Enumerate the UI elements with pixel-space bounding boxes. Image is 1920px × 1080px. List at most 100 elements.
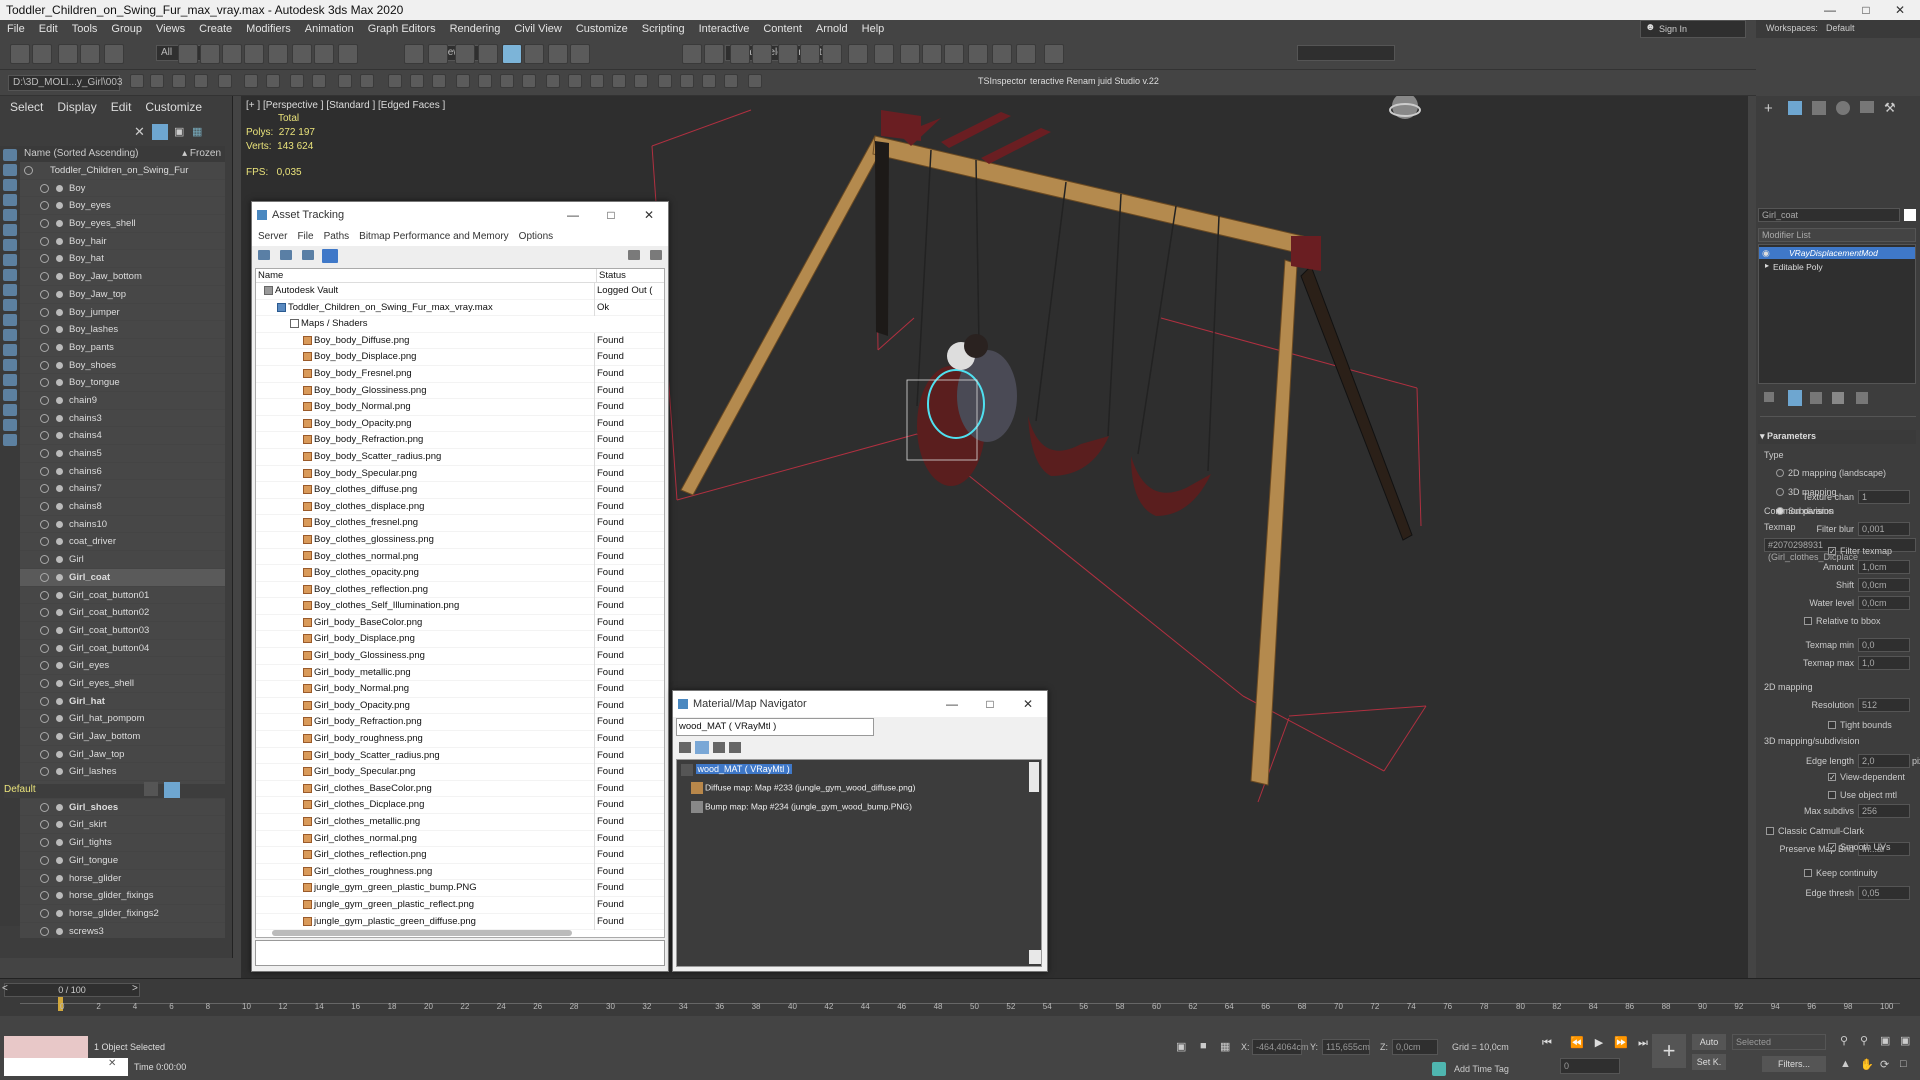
layer-label[interactable]: Default xyxy=(4,784,36,795)
render-toggle-icon[interactable] xyxy=(56,892,63,900)
eye-icon[interactable] xyxy=(40,219,49,229)
next-key-icon[interactable]: ⏩ xyxy=(1614,1036,1628,1050)
amount-field[interactable]: 1,0cm xyxy=(1858,560,1910,574)
eye-icon[interactable] xyxy=(40,201,49,211)
toolbar2-tool-icon[interactable] xyxy=(290,74,304,88)
toolbar-tool-icon[interactable] xyxy=(778,44,798,64)
scene-item[interactable]: Girl_Jaw_top xyxy=(20,746,225,764)
toolbar2-tool-icon[interactable] xyxy=(500,74,514,88)
toolbar-tool-icon[interactable] xyxy=(548,44,568,64)
maxscript-mini-listener[interactable]: ✕ xyxy=(4,1058,128,1076)
maximize-icon[interactable]: □ xyxy=(592,202,630,228)
toolbar2-tool-icon[interactable] xyxy=(266,74,280,88)
toolbar-tool-icon[interactable] xyxy=(800,44,820,64)
shift-field[interactable]: 0,0cm xyxy=(1858,578,1910,592)
toolbar-tool-icon[interactable] xyxy=(944,44,964,64)
asset-row[interactable]: Girl_clothes_roughness.png Found xyxy=(256,863,664,881)
asset-row[interactable]: Boy_clothes_Self_Illumination.png Found xyxy=(256,598,664,615)
close-icon[interactable]: ✕ xyxy=(108,1058,116,1069)
explorer-filter-icon[interactable] xyxy=(3,299,17,311)
tree-scrollbar[interactable] xyxy=(1029,762,1039,792)
eye-icon[interactable] xyxy=(40,802,49,812)
asset-table[interactable]: Name Status Autodesk Vault Logged Out (To… xyxy=(255,268,665,938)
fov-icon[interactable]: ▲ xyxy=(1840,1058,1851,1070)
eye-icon[interactable] xyxy=(40,855,49,865)
eye-icon[interactable] xyxy=(40,272,49,282)
minimize-icon[interactable]: — xyxy=(933,691,971,717)
close-icon[interactable]: ✕ xyxy=(630,202,668,228)
eye-icon[interactable] xyxy=(40,572,49,582)
explorer-filter-icon[interactable] xyxy=(3,179,17,191)
toolbar-tool-icon[interactable] xyxy=(244,44,264,64)
render-toggle-icon[interactable] xyxy=(56,538,63,546)
explorer-filter-icon[interactable] xyxy=(3,434,17,446)
current-frame-field[interactable]: 0 xyxy=(1560,1058,1620,1074)
toolbar2-tool-icon[interactable] xyxy=(218,74,232,88)
edge-thresh-field[interactable]: 0,05 xyxy=(1858,886,1910,900)
toolbar-tool-icon[interactable] xyxy=(268,44,288,64)
toolbar2-tool-icon[interactable] xyxy=(680,74,694,88)
toolbar-tool-icon[interactable] xyxy=(80,44,100,64)
toolbar2-tool-icon[interactable] xyxy=(612,74,626,88)
texmap-min-field[interactable]: 0,0 xyxy=(1858,638,1910,652)
toolbar-tool-icon[interactable] xyxy=(1044,44,1064,64)
toolbar2-tool-icon[interactable] xyxy=(456,74,470,88)
asset-row[interactable]: Boy_body_Displace.png Found xyxy=(256,349,664,366)
render-toggle-icon[interactable] xyxy=(56,450,63,457)
eye-icon[interactable] xyxy=(40,484,49,494)
scene-item[interactable]: chains8 xyxy=(20,498,225,516)
parameters-rollout[interactable]: ▾ Parameters xyxy=(1758,430,1916,444)
eye-icon[interactable] xyxy=(40,820,49,830)
eye-icon[interactable] xyxy=(40,555,49,565)
scene-item[interactable]: Boy_eyes_shell xyxy=(20,215,225,233)
render-toggle-icon[interactable] xyxy=(56,556,63,564)
zoom-all-icon[interactable]: ⚲ xyxy=(1860,1034,1868,1047)
asset-row[interactable]: Boy_body_Specular.png Found xyxy=(256,465,664,483)
asset-menu-options[interactable]: Options xyxy=(519,231,553,242)
map-item[interactable]: Bump map: Map #234 (jungle_gym_wood_bump… xyxy=(691,801,912,813)
explorer-filter-icon[interactable] xyxy=(3,224,17,236)
eye-icon[interactable] xyxy=(24,166,33,175)
eye-icon[interactable] xyxy=(40,714,49,724)
toolbar-tool-icon[interactable] xyxy=(404,44,424,64)
toolbar-tool-icon[interactable] xyxy=(455,44,475,64)
selection-lock-icon[interactable]: ■ xyxy=(1200,1040,1207,1052)
configure-sets-icon[interactable] xyxy=(1856,392,1868,404)
utilities-tab-icon[interactable]: ⚒ xyxy=(1884,100,1896,116)
menu-item-rendering[interactable]: Rendering xyxy=(443,20,508,38)
orbit-icon[interactable]: ⟳ xyxy=(1880,1058,1889,1071)
scene-item[interactable]: Girl_Jaw_bottom xyxy=(20,728,225,746)
scene-item[interactable]: Girl_tights xyxy=(20,834,225,852)
scene-item[interactable]: Boy_eyes xyxy=(20,197,225,216)
render-toggle-icon[interactable] xyxy=(56,768,63,776)
asset-menu-bitmap[interactable]: Bitmap Performance and Memory xyxy=(359,231,509,242)
hierarchy-icon[interactable]: ▦ xyxy=(192,125,202,138)
asset-row[interactable]: Girl_body_Specular.png Found xyxy=(256,764,664,781)
scene-item[interactable]: chains7 xyxy=(20,480,225,499)
toolbar2-tool-icon[interactable] xyxy=(360,74,374,88)
render-toggle-icon[interactable] xyxy=(56,626,63,634)
menu-item-civil-view[interactable]: Civil View xyxy=(507,20,568,38)
asset-row[interactable]: Maps / Shaders xyxy=(256,316,664,333)
render-toggle-icon[interactable] xyxy=(56,414,63,422)
explorer-filter-icon[interactable] xyxy=(3,209,17,221)
toolbar-tool-icon[interactable] xyxy=(704,44,724,64)
minimize-icon[interactable]: — xyxy=(1810,0,1850,20)
toolbar2-tool-icon[interactable] xyxy=(312,74,326,88)
eye-icon[interactable] xyxy=(40,519,49,529)
explorer-filter-icon[interactable] xyxy=(3,314,17,326)
menu-item-tools[interactable]: Tools xyxy=(65,20,105,38)
scene-item[interactable]: chain9 xyxy=(20,392,225,410)
zoom-extents-icon[interactable]: ▣ xyxy=(1880,1034,1890,1047)
explorer-filter-icon[interactable] xyxy=(3,194,17,206)
layers-icon[interactable] xyxy=(144,782,158,796)
scene-item[interactable]: Girl_shoes xyxy=(20,799,225,817)
map-item[interactable]: Diffuse map: Map #233 (jungle_gym_wood_d… xyxy=(691,782,915,794)
explorer-filter-icon[interactable] xyxy=(3,419,17,431)
absolute-mode-icon[interactable]: ▦ xyxy=(1220,1040,1230,1053)
asset-row[interactable]: Girl_clothes_Dicplace.png Found xyxy=(256,797,664,814)
object-color-swatch[interactable] xyxy=(1904,209,1916,221)
texmap-max-field[interactable]: 1,0 xyxy=(1858,656,1910,670)
tight-bounds-checkbox[interactable] xyxy=(1828,721,1836,729)
render-toggle-icon[interactable] xyxy=(56,520,63,528)
